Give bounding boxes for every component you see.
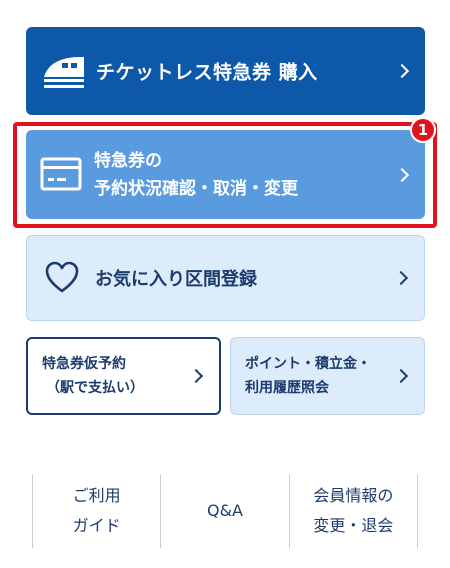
favorite-route-label: お気に入り区間登録 bbox=[95, 269, 257, 290]
points-history-label: ポイント・積立金・ 利用履歴照会 bbox=[245, 352, 371, 400]
chevron-right-icon bbox=[393, 270, 409, 286]
points-history-button[interactable]: ポイント・積立金・ 利用履歴照会 bbox=[230, 337, 425, 415]
heart-icon bbox=[45, 261, 79, 295]
provisional-line2: （駅で支払い） bbox=[46, 380, 144, 396]
step-badge: 1 bbox=[410, 117, 436, 143]
usage-guide-line2: ガイド bbox=[72, 516, 121, 535]
chevron-right-icon bbox=[393, 368, 409, 384]
reservation-status-line2: 予約状況確認・取消・変更 bbox=[94, 178, 298, 199]
provisional-reservation-button[interactable]: 特急券仮予約 （駅で支払い） bbox=[26, 337, 221, 415]
footer-links: ご利用 ガイド Q&A 会員情報の 変更・退会 bbox=[32, 474, 418, 548]
provisional-reservation-label: 特急券仮予約 （駅で支払い） bbox=[42, 352, 144, 400]
chevron-right-icon bbox=[188, 368, 204, 384]
ticketless-purchase-button[interactable]: チケットレス特急券 購入 bbox=[26, 27, 425, 115]
member-info-line1: 会員情報の bbox=[313, 486, 394, 505]
member-info-link[interactable]: 会員情報の 変更・退会 bbox=[288, 474, 418, 548]
provisional-line1: 特急券仮予約 bbox=[42, 356, 126, 372]
qa-link[interactable]: Q&A bbox=[160, 474, 288, 548]
chevron-right-icon bbox=[394, 167, 410, 182]
member-info-line2: 変更・退会 bbox=[313, 516, 394, 535]
train-icon bbox=[42, 51, 86, 91]
usage-guide-line1: ご利用 bbox=[72, 486, 121, 505]
usage-guide-link[interactable]: ご利用 ガイド bbox=[32, 474, 160, 548]
chevron-right-icon bbox=[394, 63, 410, 79]
favorite-route-button[interactable]: お気に入り区間登録 bbox=[26, 235, 425, 321]
ticketless-purchase-label: チケットレス特急券 購入 bbox=[96, 61, 318, 84]
reservation-status-label: 特急券の 予約状況確認・取消・変更 bbox=[94, 147, 298, 203]
card-icon bbox=[40, 157, 82, 191]
qa-label: Q&A bbox=[206, 501, 243, 520]
points-line1: ポイント・積立金・ bbox=[245, 356, 371, 372]
reservation-status-line1: 特急券の bbox=[94, 150, 162, 171]
points-line2: 利用履歴照会 bbox=[245, 380, 329, 396]
reservation-status-button[interactable]: 特急券の 予約状況確認・取消・変更 bbox=[26, 130, 425, 219]
